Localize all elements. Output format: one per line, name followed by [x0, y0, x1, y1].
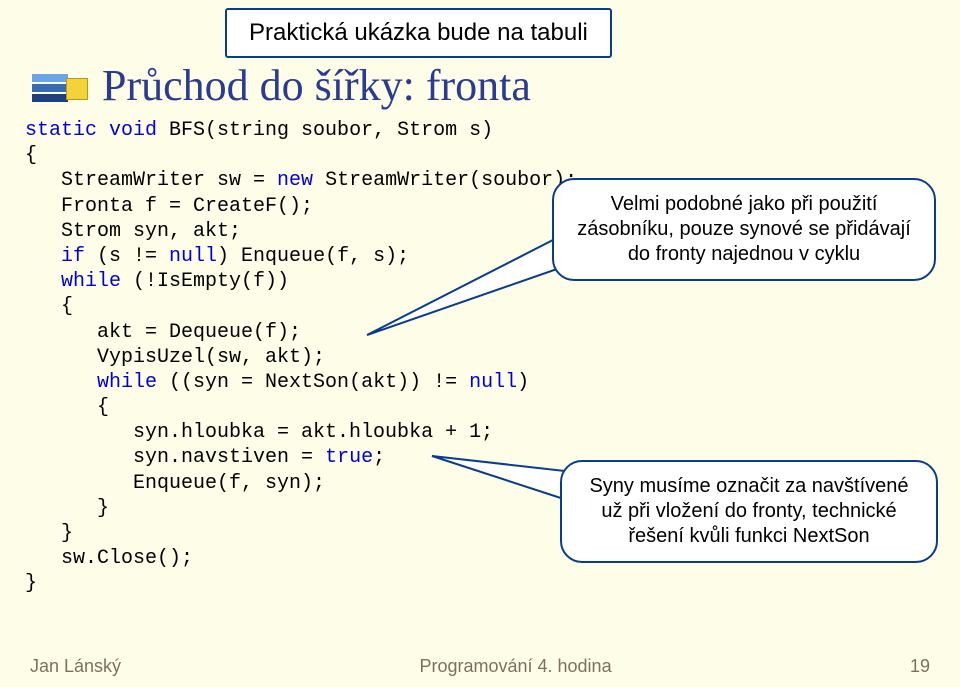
- code-text: sw.Close();: [25, 547, 193, 570]
- kw-while: while: [25, 270, 121, 293]
- code-text: (s !=: [85, 245, 169, 268]
- kw-null: null: [469, 371, 517, 394]
- kw-while: while: [25, 371, 157, 394]
- code-text: StreamWriter sw =: [25, 169, 277, 192]
- code-text: Enqueue(f, syn);: [25, 472, 325, 495]
- code-text: }: [25, 522, 73, 545]
- kw-void: void: [97, 119, 157, 142]
- kw-null: null: [169, 245, 217, 268]
- code-text: }: [25, 497, 109, 520]
- code-text: BFS(string soubor, Strom s): [157, 119, 493, 142]
- kw-true: true: [325, 446, 373, 469]
- code-block: static void BFS(string soubor, Strom s) …: [25, 118, 577, 597]
- footer-author: Jan Lánský: [30, 656, 121, 677]
- callout-mark-visited: Syny musíme označit za navštívené už při…: [560, 460, 938, 563]
- code-text: akt = Dequeue(f);: [25, 321, 301, 344]
- code-text: VypisUzel(sw, akt);: [25, 346, 325, 369]
- code-text: ((syn = NextSon(akt)) !=: [157, 371, 469, 394]
- slide-footer: Jan Lánský Programování 4. hodina 19: [0, 656, 960, 677]
- callout-line: už při vložení do fronty, technické: [580, 499, 918, 524]
- code-text: ) Enqueue(f, s);: [217, 245, 409, 268]
- code-text: (!IsEmpty(f)): [121, 270, 289, 293]
- code-text: ): [517, 371, 529, 394]
- callout-line: Syny musíme označit za navštívené: [580, 474, 918, 499]
- code-text: {: [25, 396, 109, 419]
- callout-line: řešení kvůli funkci NextSon: [580, 524, 918, 549]
- code-text: Fronta f = CreateF();: [25, 195, 313, 218]
- code-text: Strom syn, akt;: [25, 220, 241, 243]
- practical-note-box: Praktická ukázka bude na tabuli: [225, 8, 612, 58]
- slide-title: Průchod do šířky: fronta: [102, 60, 531, 111]
- code-text: }: [25, 572, 37, 595]
- code-text: StreamWriter(soubor);: [313, 169, 577, 192]
- kw-static: static: [25, 119, 97, 142]
- kw-if: if: [25, 245, 85, 268]
- code-text: {: [25, 144, 37, 167]
- title-bullet-decor: [32, 74, 88, 102]
- code-text: ;: [373, 446, 385, 469]
- code-text: syn.hloubka = akt.hloubka + 1;: [25, 421, 493, 444]
- code-text: syn.navstiven =: [25, 446, 325, 469]
- kw-new: new: [277, 169, 313, 192]
- callout-similar-to-stack: Velmi podobné jako při použití zásobníku…: [552, 178, 936, 281]
- callout-line: Velmi podobné jako při použití: [572, 192, 916, 217]
- footer-page: 19: [910, 656, 930, 677]
- code-text: {: [25, 295, 73, 318]
- callout-line: do fronty najednou v cyklu: [572, 242, 916, 267]
- callout-line: zásobníku, pouze synové se přidávají: [572, 217, 916, 242]
- footer-center: Programování 4. hodina: [419, 656, 611, 677]
- practical-note-text: Praktická ukázka bude na tabuli: [249, 19, 588, 46]
